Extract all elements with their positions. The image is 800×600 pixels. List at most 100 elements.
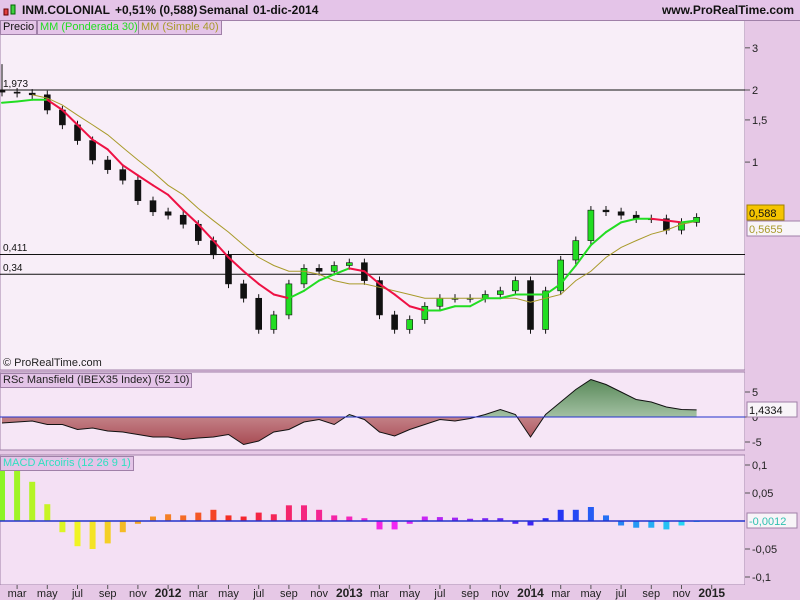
- period: Semanal: [199, 3, 249, 17]
- macd-bar: [633, 521, 640, 528]
- legend-ma40[interactable]: MM (Simple 40): [138, 20, 222, 35]
- price-axis-label: 1: [752, 157, 758, 169]
- x-axis-label: 2014: [517, 586, 544, 600]
- ma30-segment: [1, 100, 19, 104]
- candle: [527, 280, 534, 330]
- price-change: +0,51% (0,588): [115, 3, 198, 17]
- candle: [0, 89, 6, 93]
- macd-bar: [225, 515, 232, 521]
- rsc-panel-title[interactable]: RSc Mansfield (IBEX35 Index) (52 10): [0, 373, 193, 388]
- macd-bar: [603, 515, 609, 521]
- macd-bar: [14, 465, 21, 521]
- x-axis-label: jul: [615, 588, 627, 600]
- legend-price[interactable]: Precio: [0, 20, 38, 35]
- macd-bar: [648, 521, 655, 528]
- candle: [300, 268, 308, 285]
- level-label-0411: 0,411: [3, 243, 28, 254]
- candlestick-logo-icon: [3, 4, 16, 16]
- candle: [164, 211, 172, 216]
- x-axis-label: jul: [433, 588, 445, 600]
- candle: [104, 159, 111, 170]
- macd-panel-title[interactable]: MACD Arcoiris (12 26 9 1): [0, 456, 134, 471]
- candle: [270, 314, 278, 330]
- candle: [572, 240, 580, 261]
- macd-bar: [74, 521, 81, 547]
- macd-axis-label: -0,05: [752, 544, 777, 556]
- macd-bar: [210, 509, 217, 521]
- last-price-label: 0,588: [749, 208, 777, 220]
- symbol-name: INM.COLONIAL: [22, 3, 110, 17]
- chart-header: INM.COLONIAL +0,51% (0,588) Semanal 01-d…: [0, 0, 800, 21]
- date: 01-dic-2014: [253, 3, 319, 17]
- price-axis-label: 3: [752, 43, 758, 55]
- x-axis-label: 2013: [336, 586, 363, 600]
- macd-bar: [557, 509, 564, 521]
- macd-value-label: -0,0012: [749, 516, 786, 528]
- x-axis-label: may: [37, 588, 58, 600]
- candle: [436, 297, 444, 307]
- x-axis-label: may: [581, 588, 602, 600]
- candle: [89, 140, 96, 161]
- macd-bar: [391, 521, 398, 530]
- candle: [134, 179, 142, 201]
- x-axis-label: jul: [252, 588, 264, 600]
- candle: [345, 262, 353, 266]
- macd-bar: [104, 521, 111, 544]
- rsc-axis-label: -5: [752, 437, 762, 449]
- candle: [496, 290, 504, 295]
- chart-canvas: 321,5150-50,10,05-0,05-0,10,56550,5881,4…: [0, 19, 800, 600]
- candle: [13, 91, 21, 94]
- macd-bar: [587, 507, 594, 521]
- macd-bar: [376, 521, 383, 530]
- candle: [602, 209, 610, 213]
- candle: [542, 290, 549, 330]
- rsc-value-label: 1,4334: [749, 405, 783, 417]
- legend-ma30[interactable]: MM (Ponderada 30): [37, 20, 141, 35]
- macd-bar: [331, 515, 338, 521]
- candle: [285, 283, 293, 316]
- x-axis-label: jul: [71, 588, 83, 600]
- x-axis-label: sep: [642, 588, 660, 600]
- macd-bar: [165, 514, 172, 521]
- macd-bar: [29, 481, 36, 521]
- macd-bar: [180, 515, 187, 521]
- rsc-axis-label: 5: [752, 387, 758, 399]
- macd-bar: [316, 509, 323, 521]
- price-axis-label: 1,5: [752, 115, 767, 127]
- x-axis-label: mar: [370, 588, 389, 600]
- candle: [391, 314, 398, 330]
- x-axis-label: nov: [129, 588, 147, 600]
- macd-bar: [44, 504, 51, 521]
- macd-bar: [663, 521, 670, 530]
- x-axis-label: 2015: [698, 586, 725, 600]
- macd-bar: [89, 521, 96, 549]
- macd-axis-label: 0,05: [752, 488, 773, 500]
- macd-bar: [59, 521, 66, 533]
- macd-bar: [285, 505, 292, 521]
- candle: [617, 211, 625, 216]
- candle: [28, 92, 36, 96]
- macd-bar: [301, 505, 307, 521]
- x-axis-label: 2012: [155, 586, 182, 600]
- macd-bar: [195, 512, 202, 521]
- candle: [149, 200, 157, 213]
- price-axis-label: 2: [752, 85, 758, 97]
- candle: [179, 214, 187, 225]
- right-axis-bg: [745, 20, 800, 585]
- candle: [255, 297, 262, 330]
- copyright: © ProRealTime.com: [3, 357, 102, 369]
- price-panel-bg: [0, 19, 746, 371]
- candle: [330, 265, 338, 272]
- site-link[interactable]: www.ProRealTime.com: [662, 3, 794, 17]
- x-axis-label: sep: [99, 588, 117, 600]
- macd-axis-label: -0,1: [752, 572, 771, 584]
- macd-bar: [119, 521, 126, 533]
- macd-bar: [270, 514, 277, 521]
- macd-panel-bg: [0, 454, 746, 586]
- level-label-1973: 1,973: [3, 79, 29, 90]
- level-label-034: 0,34: [3, 263, 23, 274]
- candle: [587, 209, 595, 241]
- x-axis-label: sep: [280, 588, 298, 600]
- candle: [240, 283, 247, 299]
- candle: [421, 305, 429, 320]
